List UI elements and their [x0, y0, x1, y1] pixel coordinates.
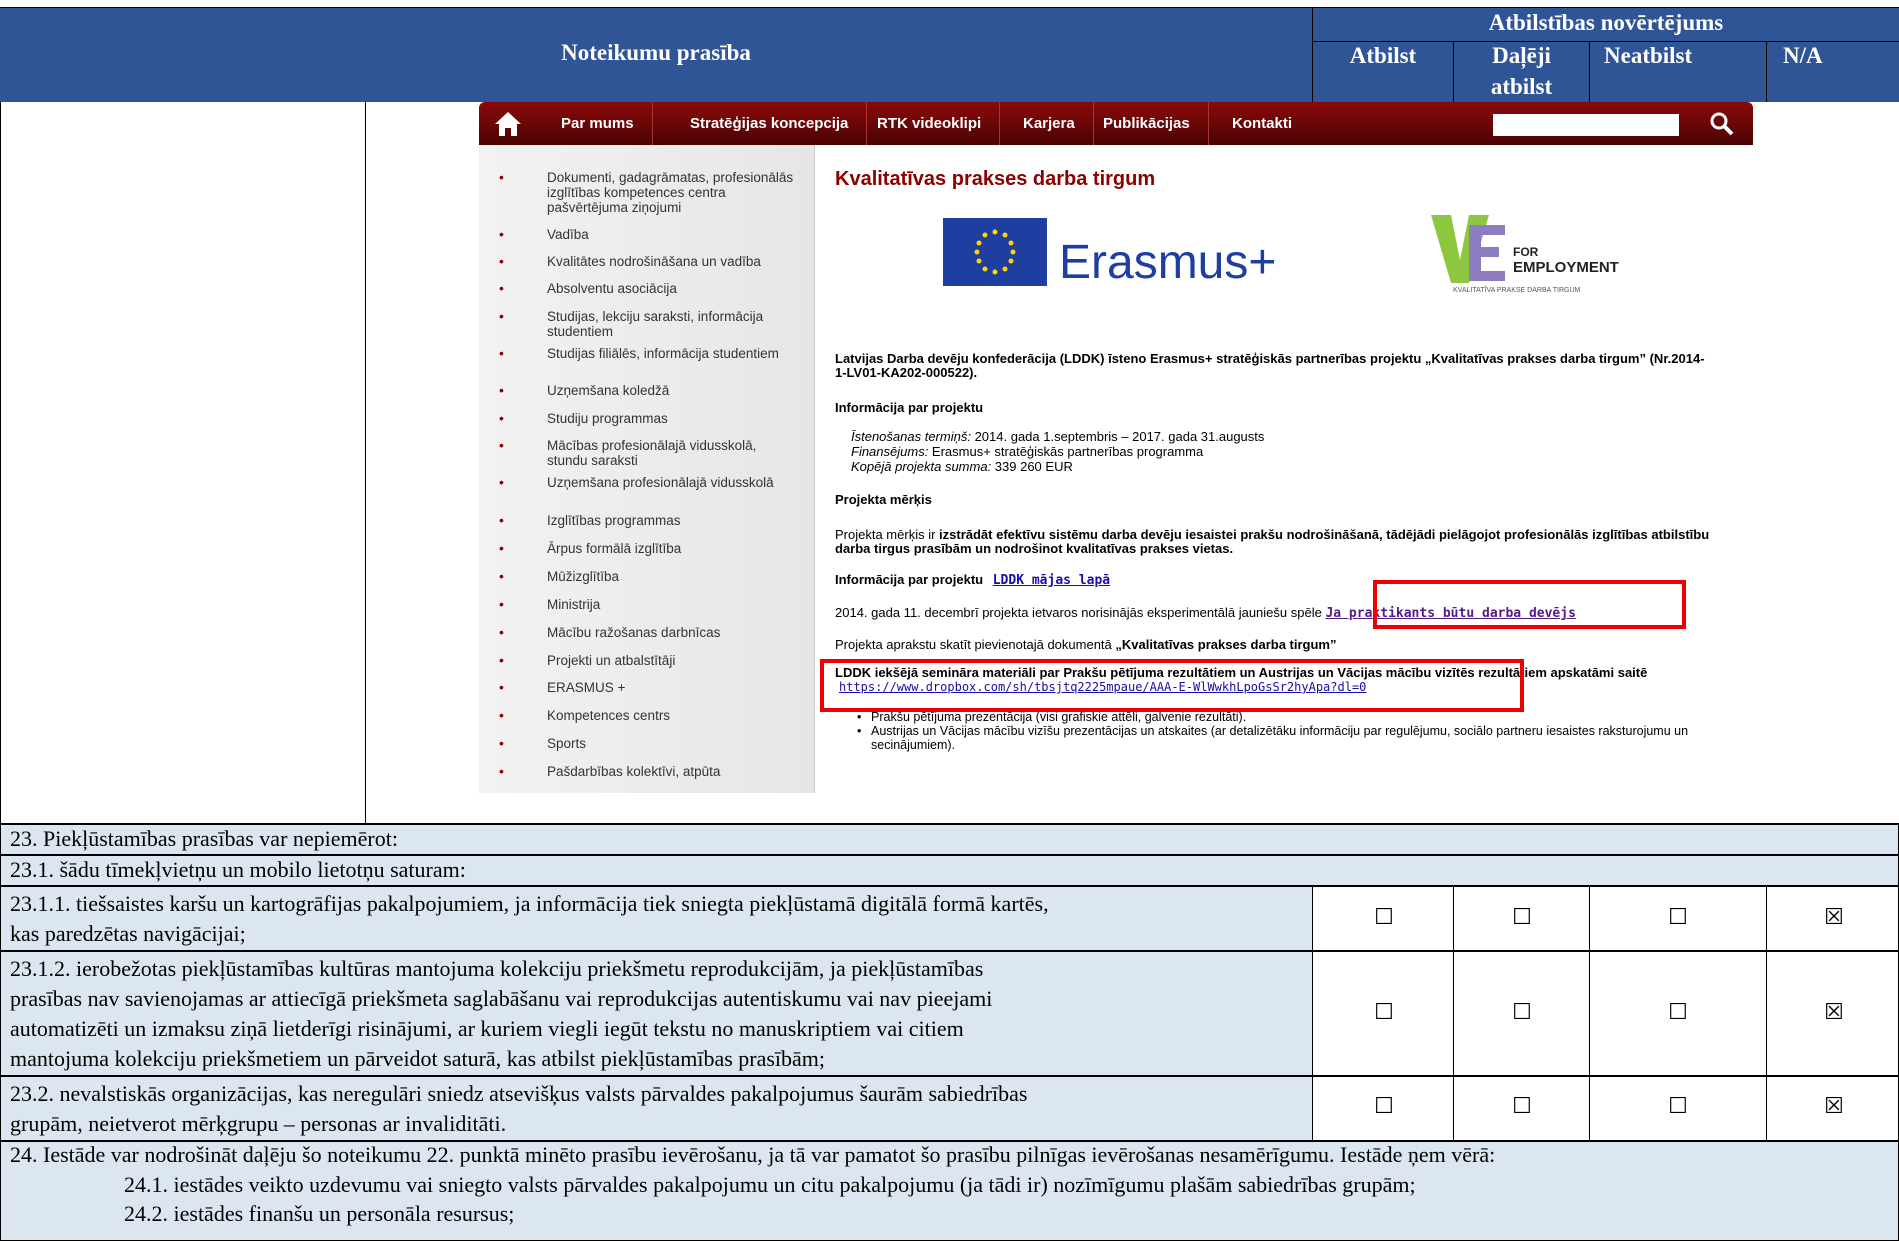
page: Noteikumu prasība Atbilstības novērtējum…	[0, 0, 1899, 1241]
highlight-box	[1373, 580, 1686, 629]
vet-employment: EMPLOYMENT	[1513, 259, 1619, 276]
row-23-1-2-text-a: 23.1.2. ierobežotas piekļūstamības kultū…	[10, 956, 984, 981]
checkbox-daleji[interactable]: ☐	[1508, 1000, 1536, 1025]
info2-label: Informācija par projektu	[835, 572, 984, 587]
nav-rtk[interactable]: RTK videoklipi	[859, 102, 1001, 145]
checkbox-atbilst[interactable]: ☐	[1370, 1094, 1398, 1119]
vet-logo: FOR EMPLOYMENT KVALITATĪVA PRAKSE DARBA …	[1425, 211, 1625, 301]
row-23-1-text: 23.1. šādu tīmekļvietņu un mobilo lietot…	[10, 857, 466, 882]
doc-bold: „Kvalitatīvas prakses darba tirgum”	[1115, 637, 1337, 652]
project-intro: Latvijas Darba devēju konfederācija (LDD…	[835, 351, 1705, 380]
goal-pre: Projekta mērķis ir	[835, 527, 940, 542]
row-23-text: 23. Piekļūstamības prasības var nepiemēr…	[10, 826, 398, 851]
fin-value: Erasmus+ stratēģiskās partnerības progra…	[928, 444, 1204, 459]
header-divider	[1313, 41, 1899, 42]
row-23-1-2-text-c: automatizēti un izmaksu ziņā lietderīgi …	[10, 1016, 964, 1041]
row-23-1-2-text-d: mantojuma kolekciju priekšmetiem un pārv…	[10, 1046, 826, 1071]
info-heading: Informācija par projektu	[835, 400, 984, 415]
sum-value: 339 260 EUR	[991, 459, 1073, 474]
project-details: Īstenošanas termiņš: 2014. gada 1.septem…	[851, 429, 1264, 474]
website-screenshot: Par mums Stratēģijas koncepcija RTK vide…	[475, 102, 1757, 793]
nav-karjera[interactable]: Karjera	[1005, 102, 1094, 145]
erasmus-text: Erasmus+	[1059, 236, 1277, 289]
home-icon[interactable]	[493, 110, 523, 138]
search-icon[interactable]	[1709, 111, 1735, 137]
goal-bold: izstrādāt efektīvu sistēmu darba devēju …	[835, 527, 1710, 556]
vet-e-icon	[1469, 225, 1505, 281]
header-top-border	[0, 7, 1899, 8]
row-23-2-text-a: 23.2. nevalstiskās organizācijas, kas ne…	[10, 1081, 1028, 1106]
checkbox-neatbilst[interactable]: ☐	[1664, 1000, 1692, 1025]
checkbox-na[interactable]: ☒	[1820, 905, 1848, 930]
row-23-1-2-text-b: prasības nav savienojamas ar attiecīgā p…	[10, 986, 993, 1011]
goal-heading: Projekta mērķis	[835, 492, 932, 507]
row-24-2-text: 24.2. iestādes finanšu un personāla resu…	[124, 1201, 515, 1226]
checkbox-na[interactable]: ☒	[1820, 1000, 1848, 1025]
header-assessment: Atbilstības novērtējums	[1488, 10, 1724, 35]
row-23-2-text-b: grupām, neietverot mērķgrupu – personas …	[10, 1111, 507, 1136]
goal-text: Projekta mērķis ir izstrādāt efektīvu si…	[835, 528, 1715, 556]
row-24-1-text: 24.1. iestādes veikto uzdevumu vai snieg…	[124, 1172, 1416, 1197]
header-daleji: Daļēji	[1492, 43, 1551, 68]
row-23-1-1-text-b: kas paredzētas navigācijai;	[10, 921, 246, 946]
term-label: Īstenošanas termiņš:	[851, 429, 971, 444]
site-sidebar-menu: • Dokumenti, gadagrāmatas, profesionālās …	[479, 145, 815, 793]
nav-kontakti[interactable]: Kontakti	[1214, 102, 1310, 145]
checkbox-atbilst[interactable]: ☐	[1370, 905, 1398, 930]
bullet-list: • Prakšu pētījuma prezentācija (visi graf…	[857, 710, 1737, 752]
vet-subtitle: KVALITATĪVA PRAKSE DARBA TIRGUM	[1453, 287, 1581, 294]
header-neatbilst: Neatbilst	[1604, 43, 1693, 68]
checkbox-atbilst[interactable]: ☐	[1370, 1000, 1398, 1025]
website-navbar: Par mums Stratēģijas koncepcija RTK vide…	[479, 102, 1753, 145]
row-23-1-1-text-a: 23.1.1. tiešsaistes karšu un kartogrāfij…	[10, 891, 1049, 916]
header-na: N/A	[1783, 43, 1823, 68]
vet-for: FOR	[1513, 245, 1539, 259]
eu-flag-icon	[943, 218, 1047, 286]
row-divider	[365, 102, 366, 824]
bullet-item: • Austrijas un Vācijas mācību vizīšu prez…	[857, 724, 1689, 752]
header-atbilst: Atbilst	[1349, 43, 1417, 68]
info2: Informācija par projektu LDDK mājas lapā	[835, 572, 1110, 588]
checkbox-daleji[interactable]: ☐	[1508, 1094, 1536, 1119]
header-rule: Noteikumu prasība	[561, 40, 751, 65]
fin-label: Finansējums:	[851, 444, 929, 459]
nav-strategijas[interactable]: Stratēģijas koncepcija	[672, 102, 868, 145]
row-24-text: 24. Iestāde var nodrošināt daļēju šo not…	[10, 1142, 1496, 1167]
nav-publikacijas[interactable]: Publikācijas	[1085, 102, 1209, 145]
doc-text: Projekta aprakstu skatīt pievienotajā do…	[835, 637, 1116, 652]
nav-par-mums[interactable]: Par mums	[543, 102, 653, 145]
doc-line: Projekta aprakstu skatīt pievienotajā do…	[835, 637, 1336, 652]
header-atbilst2: atbilst	[1490, 74, 1553, 99]
lddk-link[interactable]: LDDK mājas lapā	[993, 573, 1110, 588]
site-page-title: Kvalitatīvas prakses darba tirgum	[835, 168, 1156, 190]
checkbox-na[interactable]: ☒	[1820, 1094, 1848, 1119]
bullet-item: • Prakšu pētījuma prezentācija (visi graf…	[857, 710, 1247, 724]
checkbox-neatbilst[interactable]: ☐	[1664, 905, 1692, 930]
checkbox-neatbilst[interactable]: ☐	[1664, 1094, 1692, 1119]
checkbox-daleji[interactable]: ☐	[1508, 905, 1536, 930]
erasmus-logo: Erasmus+ FOR EMPLOYMENT KVALITATĪVA PRAK…	[935, 207, 1635, 307]
sum-label: Kopējā projekta summa:	[851, 459, 992, 474]
term-value: 2014. gada 1.septembris – 2017. gada 31.…	[970, 429, 1265, 444]
highlight-box	[820, 659, 1524, 712]
site-search-input[interactable]	[1493, 114, 1679, 136]
event-text: 2014. gada 11. decembrī projekta ietvaro…	[835, 605, 1322, 620]
